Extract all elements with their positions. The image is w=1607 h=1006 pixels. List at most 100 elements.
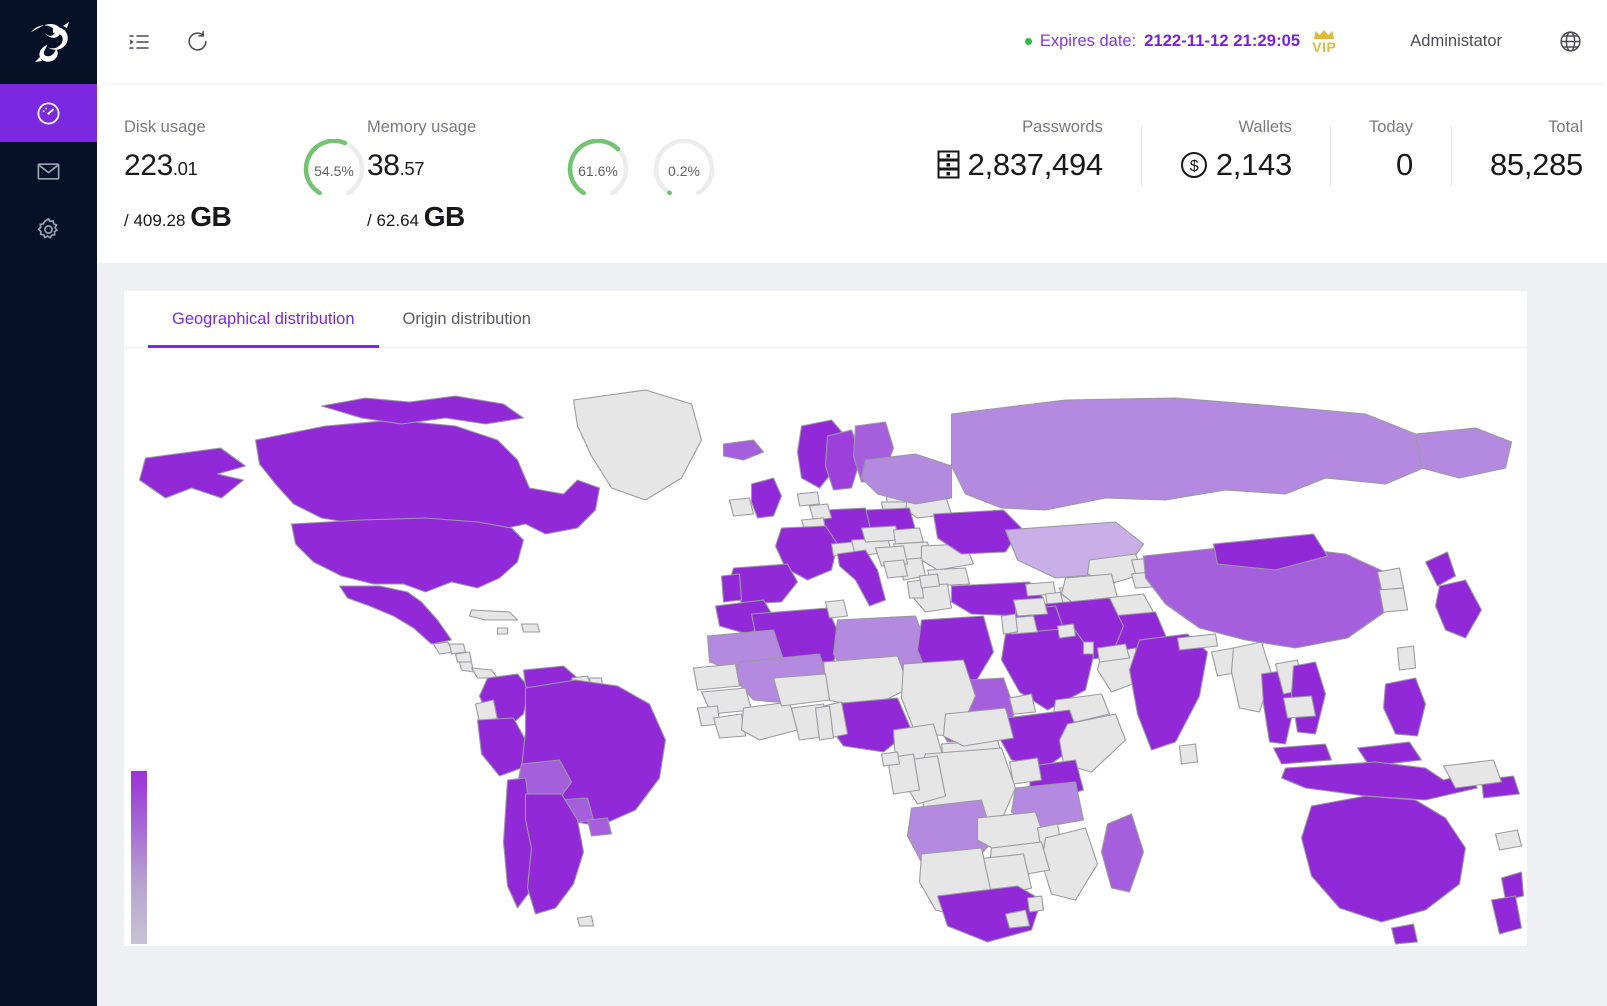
map-country-ca[interactable] <box>254 419 601 535</box>
map-country-pa[interactable] <box>470 667 499 679</box>
map-country-ci[interactable] <box>740 701 799 741</box>
kpi-total-label: Total <box>1548 118 1583 136</box>
world-map[interactable] <box>124 348 1527 946</box>
map-country-au[interactable] <box>1390 923 1419 945</box>
kpi-passwords-value-wrap: 2,837,494 <box>937 149 1103 180</box>
map-country-jp[interactable] <box>1434 579 1483 639</box>
map-country-my[interactable] <box>1272 743 1333 765</box>
sidebar-item-messages[interactable] <box>0 142 97 200</box>
disk-gauge: 54.5% <box>302 138 366 203</box>
map-country-us[interactable] <box>138 447 247 499</box>
map-country-nz[interactable] <box>1490 895 1523 935</box>
map-country-nl[interactable] <box>808 503 833 521</box>
map-country-ni[interactable] <box>454 651 473 663</box>
map-country-is[interactable] <box>722 439 765 461</box>
map-country-ru[interactable] <box>950 397 1425 511</box>
tab-geographical-distribution[interactable]: Geographical distribution <box>148 291 379 348</box>
map-country-cu[interactable] <box>468 609 519 621</box>
tab-geographical-label: Geographical distribution <box>172 309 355 328</box>
map-country-kr[interactable] <box>1378 587 1409 613</box>
disk-gauge-wrap: 54.5% <box>302 83 366 203</box>
stats-bar: Disk usage 223.01 / 409.28 GB 54.5% Memo… <box>97 83 1607 263</box>
map-country-nz[interactable] <box>1500 871 1525 901</box>
map-country-bf[interactable] <box>772 673 831 707</box>
map-country-lr[interactable] <box>712 713 747 739</box>
memory-cpu-gauges: 61.6% 0.2% <box>566 83 716 203</box>
map-country-us[interactable] <box>290 517 525 593</box>
content-area: Geographical distribution Origin distrib… <box>97 263 1607 1006</box>
memory-used-dec: .57 <box>399 158 425 179</box>
map-country-ie[interactable] <box>728 497 755 517</box>
memory-usage-value: 38.57 <box>367 151 566 181</box>
map-country-mk[interactable] <box>918 573 941 589</box>
kpi-passwords-value: 2,837,494 <box>967 147 1104 182</box>
language-switcher[interactable] <box>1558 29 1583 54</box>
world-map-svg[interactable] <box>124 348 1527 946</box>
map-country-tw[interactable] <box>1396 645 1417 671</box>
kpi-today-label: Today <box>1368 118 1413 136</box>
map-country-er[interactable] <box>1008 693 1037 715</box>
map-country-nc[interactable] <box>1494 829 1523 851</box>
status-dot <box>1024 38 1032 45</box>
map-country-gl[interactable] <box>572 389 703 501</box>
map-country-fk[interactable] <box>576 915 595 927</box>
tab-origin-distribution[interactable]: Origin distribution <box>379 291 555 347</box>
cpu-gauge: 0.2% <box>652 138 716 203</box>
map-country-ph[interactable] <box>1382 677 1427 737</box>
map-country-sn[interactable] <box>692 663 741 691</box>
menu-indent-icon[interactable] <box>121 24 157 60</box>
map-country-sy[interactable] <box>1012 597 1049 617</box>
refresh-icon[interactable] <box>179 24 215 60</box>
vip-label: VIP <box>1312 39 1337 55</box>
sidebar-item-settings[interactable] <box>0 200 97 258</box>
disk-total-value: / 409.28 <box>124 211 186 230</box>
map-country-pt[interactable] <box>720 573 743 603</box>
map-country-kw[interactable] <box>1056 623 1077 639</box>
license-expiry: Expires date: 2122-11-12 21:29:05 VIP <box>1024 29 1336 54</box>
user-name[interactable]: Administator <box>1410 32 1502 51</box>
map-country-mx[interactable] <box>338 585 453 645</box>
map-country-jm[interactable] <box>496 627 509 635</box>
app-logo[interactable] <box>0 0 97 84</box>
map-country-sz[interactable] <box>1026 895 1045 913</box>
memory-gauge-label: 61.6% <box>578 163 618 179</box>
map-country-it[interactable] <box>836 549 887 607</box>
map-country-in[interactable] <box>1128 633 1209 751</box>
map-country-lk[interactable] <box>1178 743 1199 765</box>
disk-usage-stat: Disk usage 223.01 / 409.28 GB <box>97 83 302 233</box>
map-country-tn[interactable] <box>824 599 849 619</box>
map-country-do[interactable] <box>520 623 541 633</box>
map-country-cr[interactable] <box>458 661 475 673</box>
map-country-ba[interactable] <box>882 559 909 579</box>
vip-badge: VIP <box>1312 29 1336 54</box>
map-country-kp[interactable] <box>1376 567 1405 591</box>
server-stack-icon <box>937 150 960 179</box>
map-country-pe[interactable] <box>476 717 527 777</box>
map-country-jp[interactable] <box>1424 551 1457 587</box>
disk-used-int: 223 <box>124 149 173 182</box>
memory-gauge: 61.6% <box>566 138 630 203</box>
sidebar-item-dashboard[interactable] <box>0 84 97 142</box>
map-country-qa[interactable] <box>1082 641 1095 655</box>
map-country-au[interactable] <box>1300 795 1467 923</box>
map-country-ug[interactable] <box>1008 757 1043 785</box>
map-country-gq[interactable] <box>880 751 901 767</box>
map-country-ca[interactable] <box>320 395 525 425</box>
gear-settings-icon <box>37 217 59 239</box>
mail-envelope-icon <box>37 162 60 180</box>
memory-unit: GB <box>423 201 466 232</box>
map-country-dk[interactable] <box>796 491 821 507</box>
kpi-wallets: Wallets $ 2,143 <box>1142 118 1330 180</box>
map-country-ru[interactable] <box>860 453 953 505</box>
map-country-ru[interactable] <box>1414 427 1513 479</box>
disk-usage-label: Disk usage <box>124 118 206 136</box>
map-country-mg[interactable] <box>1100 813 1145 893</box>
map-country-mz[interactable] <box>1040 827 1099 901</box>
map-country-sk[interactable] <box>892 527 925 545</box>
disk-usage-value: 223.01 <box>124 151 302 181</box>
memory-used-int: 38 <box>367 149 400 182</box>
map-country-gb[interactable] <box>750 477 783 519</box>
map-country-kh[interactable] <box>1282 695 1317 719</box>
map-country-uy[interactable] <box>586 817 613 837</box>
map-country-il[interactable] <box>1000 613 1019 635</box>
